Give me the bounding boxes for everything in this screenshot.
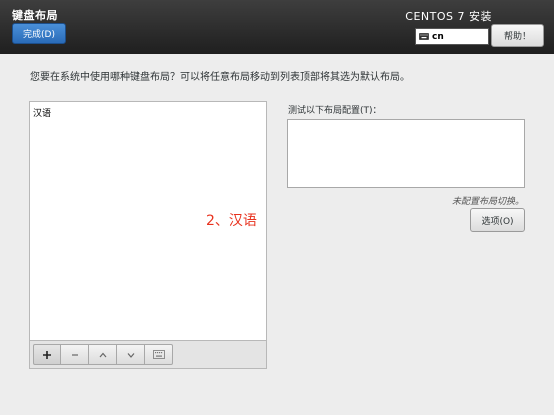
annotation-label: 2、汉语 [206, 213, 257, 229]
keyboard-layout-code: cn [432, 31, 444, 42]
test-layout-input[interactable] [287, 119, 525, 188]
keyboard-layout-indicator[interactable]: cn [415, 28, 489, 45]
list-item[interactable]: 汉语 [30, 102, 266, 123]
done-button[interactable]: 完成(D) [12, 23, 66, 44]
move-down-button[interactable] [117, 344, 145, 365]
top-bar: 键盘布局 完成(D) CENTOS 7 安装 cn 帮助！ [0, 0, 554, 54]
options-button[interactable]: 选项(O) [470, 208, 525, 232]
move-down-icon [127, 352, 134, 358]
move-up-icon [99, 352, 106, 357]
page-title: 键盘布局 [12, 9, 58, 22]
layout-switch-status: 未配置布局切换。 [451, 197, 524, 207]
add-layout-button[interactable] [33, 344, 61, 365]
product-title: CENTOS 7 安装 [405, 10, 492, 23]
add-icon [43, 350, 51, 359]
move-up-button[interactable] [89, 344, 117, 365]
remove-layout-button[interactable] [61, 344, 89, 365]
help-button[interactable]: 帮助！ [491, 24, 544, 47]
keyboard-icon [419, 33, 429, 40]
layout-list-toolbar [29, 341, 267, 369]
remove-icon [71, 353, 78, 356]
test-layout-label: 测试以下布局配置(T)： [288, 106, 382, 116]
keyboard-preview-button[interactable] [145, 344, 173, 365]
instruction-text: 您要在系统中使用哪种键盘布局？可以将任意布局移动到列表顶部将其选为默认布局。 [30, 72, 410, 83]
keyboard-preview-icon [152, 350, 165, 359]
